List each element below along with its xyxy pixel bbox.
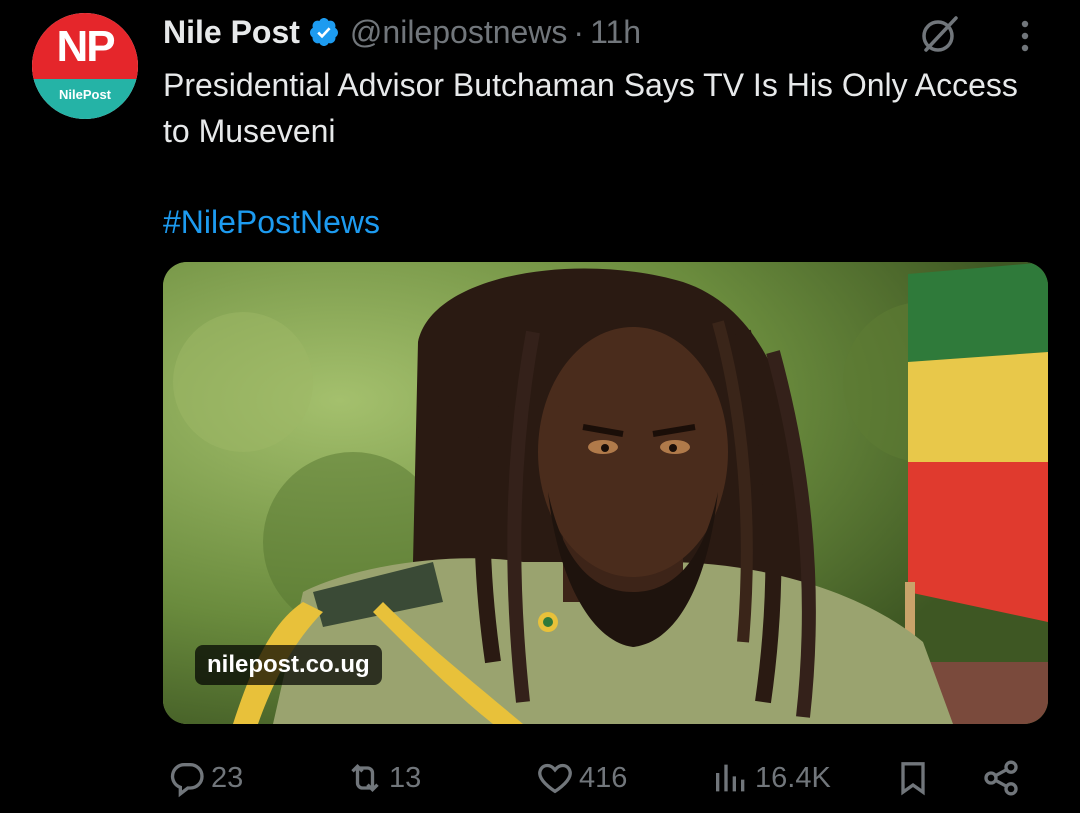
views-icon bbox=[716, 764, 745, 792]
account-name[interactable]: Nile Post bbox=[163, 14, 300, 51]
verified-badge-icon bbox=[309, 18, 338, 46]
reply-icon bbox=[170, 762, 204, 798]
avatar-logo: NP bbox=[56, 22, 115, 71]
views-count: 16.4K bbox=[755, 761, 831, 794]
separator-dot: · bbox=[573, 13, 585, 50]
grok-icon[interactable] bbox=[918, 12, 962, 56]
post-time[interactable]: 11h bbox=[590, 14, 641, 51]
post-media[interactable]: nilepost.co.ug bbox=[163, 262, 1048, 724]
reply-button[interactable]: 23 bbox=[167, 752, 243, 804]
bookmark-icon bbox=[901, 762, 925, 796]
reply-count: 23 bbox=[211, 761, 244, 794]
post-text: Presidential Advisor Butchaman Says TV I… bbox=[163, 67, 1018, 149]
avatar-brand: NilePost bbox=[58, 86, 111, 102]
media-domain-label[interactable]: nilepost.co.ug bbox=[195, 645, 382, 685]
bookmark-button[interactable] bbox=[893, 752, 937, 804]
like-count: 416 bbox=[579, 761, 628, 794]
avatar[interactable]: NP NilePost bbox=[32, 13, 138, 119]
share-button[interactable] bbox=[981, 752, 1025, 804]
account-handle[interactable]: @nilepostnews bbox=[350, 14, 567, 51]
more-icon[interactable] bbox=[1010, 16, 1040, 56]
repost-count: 13 bbox=[389, 761, 422, 794]
views-button[interactable]: 16.4K bbox=[711, 752, 831, 804]
like-button[interactable]: 416 bbox=[535, 752, 627, 804]
share-icon bbox=[984, 760, 1018, 796]
action-bar: 23 13 416 16.4K bbox=[163, 752, 1043, 804]
repost-button[interactable]: 13 bbox=[345, 752, 421, 804]
repost-icon bbox=[351, 763, 379, 793]
hashtag-link[interactable]: #NilePostNews bbox=[163, 199, 380, 245]
heart-icon bbox=[538, 763, 572, 794]
post-header: Nile Post @nilepostnews · 11h bbox=[163, 10, 641, 54]
